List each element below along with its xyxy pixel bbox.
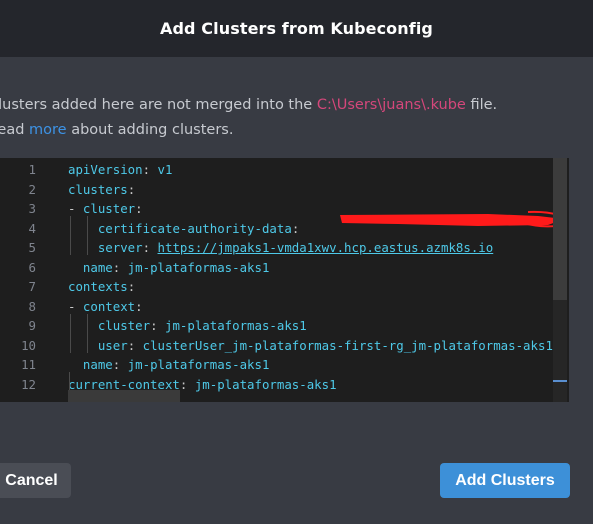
code-line[interactable]: 8 - context: <box>0 297 560 317</box>
indent-guide <box>87 216 88 255</box>
add-clusters-button[interactable]: Add Clusters <box>440 463 570 498</box>
description-line-2: Read more about adding clusters. <box>0 122 234 138</box>
scroll-position-marker <box>553 380 567 382</box>
code-line[interactable]: 1 apiVersion: v1 <box>0 160 560 180</box>
code-text: clusters: <box>68 181 136 197</box>
code-line[interactable]: 10 user: clusterUser_jm-plataformas-firs… <box>0 336 560 356</box>
line-number: 9 <box>28 318 36 333</box>
indent-guide <box>87 314 88 353</box>
line-number: 6 <box>28 259 36 275</box>
indent-guide <box>69 372 70 390</box>
code-line[interactable]: 2 clusters: <box>0 180 560 200</box>
kubeconfig-editor[interactable]: 12 current-context: jm-plataformas-aks1 11… <box>0 158 569 402</box>
redaction-scribble <box>340 210 566 228</box>
line-number: 10 <box>21 337 36 353</box>
line-number: 12 <box>21 376 36 392</box>
dialog-title: Add Clusters from Kubeconfig <box>160 19 433 38</box>
dialog-header: Add Clusters from Kubeconfig <box>0 0 593 57</box>
yaml-value: v1 <box>157 162 173 177</box>
kube-path: C:\Users\juans\.kube <box>316 97 466 113</box>
yaml-key: context <box>82 298 136 314</box>
indent-guide <box>70 216 71 255</box>
yaml-value: jm-plataformas-aks1 <box>194 376 337 392</box>
yaml-value: jm-plataformas-aks1 <box>164 318 307 333</box>
code-text: apiVersion: v1 <box>68 162 173 177</box>
yaml-key: server <box>97 240 143 255</box>
line-number: 1 <box>28 162 36 177</box>
yaml-key: apiVersion <box>68 162 143 177</box>
line-number: 8 <box>28 298 36 314</box>
code-line[interactable]: 11 name: jm-plataformas-aks1 <box>0 355 560 375</box>
line-number: 5 <box>28 240 36 255</box>
code-line[interactable]: 7 contexts: <box>0 277 560 297</box>
yaml-value: jm-plataformas-aks1 <box>127 357 270 372</box>
yaml-key: contexts <box>68 279 128 294</box>
yaml-value: clusterUser_jm-plataformas-first-rg_jm-p… <box>142 337 553 353</box>
code-text: name: jm-plataformas-aks1 <box>82 357 270 372</box>
code-text: cluster: jm-plataformas-aks1 <box>97 318 307 333</box>
yaml-key: cluster <box>82 201 136 216</box>
code-text: - cluster: <box>68 201 143 216</box>
cancel-button[interactable]: Cancel <box>0 463 71 498</box>
vertical-scrollbar-thumb[interactable] <box>553 158 567 300</box>
line-number: 2 <box>28 181 36 197</box>
yaml-key: certificate-authority-data <box>97 220 292 236</box>
yaml-key: clusters <box>68 181 128 197</box>
description: Clusters added here are not merged into … <box>0 93 593 143</box>
code-text: certificate-authority-data: <box>97 220 300 236</box>
code-text: server: https://jmpaks1-vmda1xwv.hcp.eas… <box>97 240 494 255</box>
read-more-link[interactable]: more <box>29 122 67 138</box>
vertical-scrollbar[interactable] <box>553 158 567 402</box>
yaml-value: jm-plataformas-aks1 <box>127 259 270 275</box>
yaml-key: cluster <box>97 318 151 333</box>
code-line[interactable]: 9 cluster: jm-plataformas-aks1 <box>0 316 560 336</box>
code-text: user: clusterUser_jm-plataformas-first-r… <box>97 337 553 353</box>
line-number: 4 <box>28 220 36 236</box>
yaml-url-value: https://jmpaks1-vmda1xwv.hcp.eastus.azmk… <box>157 240 494 255</box>
code-text: - context: <box>68 298 143 314</box>
code-line[interactable]: 6 name: jm-plataformas-aks1 <box>0 258 560 278</box>
horizontal-scrollbar-thumb[interactable] <box>68 390 180 402</box>
line-number: 3 <box>28 201 36 216</box>
code-line[interactable]: 5 server: https://jmpaks1-vmda1xwv.hcp.e… <box>0 238 560 258</box>
indent-guide <box>70 314 71 353</box>
line-number: 7 <box>28 279 36 294</box>
yaml-key: name <box>82 357 113 372</box>
description-line-1: Clusters added here are not merged into … <box>0 97 498 113</box>
yaml-key: user <box>97 337 128 353</box>
code-text: name: jm-plataformas-aks1 <box>82 259 270 275</box>
line-number: 11 <box>21 357 36 372</box>
code-text: contexts: <box>68 279 136 294</box>
yaml-key: name <box>82 259 113 275</box>
